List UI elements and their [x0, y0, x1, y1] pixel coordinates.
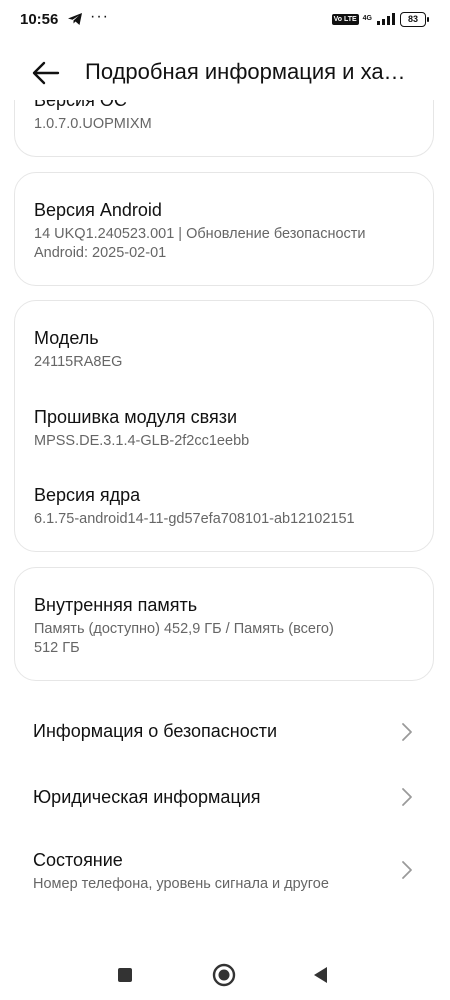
- storage-card: Внутренняя память Память (доступно) 452,…: [14, 567, 434, 681]
- kernel-label: Версия ядра: [34, 485, 141, 505]
- menu-item-label: Юридическая информация: [33, 787, 261, 807]
- back-arrow-icon[interactable]: [30, 58, 62, 88]
- menu-item-label: Состояние: [33, 850, 123, 870]
- android-version-line2: Android: 2025-02-01: [34, 245, 167, 261]
- device-info-card: Модель 24115RA8EG Прошивка модуля связи …: [14, 300, 434, 552]
- square-recents-icon[interactable]: [112, 962, 138, 988]
- baseband-value: MPSS.DE.3.1.4-GLB-2f2cc1eebb: [34, 433, 250, 449]
- triangle-back-icon[interactable]: [308, 962, 334, 988]
- chevron-right-icon: [402, 861, 412, 879]
- menu-item-legal-info[interactable]: Юридическая информация: [0, 767, 450, 827]
- menu-item-status[interactable]: Состояние Номер телефона, уровень сигнал…: [0, 836, 450, 906]
- system-nav-bar: [0, 950, 450, 1000]
- circle-home-icon[interactable]: [211, 962, 237, 988]
- page-title-text: Подробная информация и ха…: [85, 59, 406, 84]
- chevron-right-icon: [402, 723, 412, 741]
- signal-icon: [377, 13, 395, 25]
- volte-icon: Vo LTE: [331, 13, 359, 25]
- android-version-card: Версия Android 14 UKQ1.240523.001 | Обно…: [14, 172, 434, 286]
- menu-item-security-info[interactable]: Информация о безопасности: [0, 702, 450, 762]
- more-notifications-icon: ···: [90, 8, 109, 25]
- battery-icon: 83: [400, 11, 429, 27]
- model-label: Модель: [34, 328, 99, 348]
- model-value: 24115RA8EG: [34, 354, 123, 370]
- telegram-icon: [68, 13, 82, 25]
- baseband-label: Прошивка модуля связи: [34, 407, 238, 427]
- os-version-value: 1.0.7.0.UOPMIXM: [34, 116, 152, 132]
- menu-item-label: Информация о безопасности: [33, 721, 278, 741]
- network-type: 4G: [362, 15, 372, 22]
- menu-item-subtitle: Номер телефона, уровень сигнала и другое: [33, 876, 329, 892]
- storage-line2: 512 ГБ: [34, 640, 80, 656]
- storage-line1: Память (доступно) 452,9 ГБ / Память (все…: [34, 621, 334, 637]
- app-bar-overlay: Подробная информация и ха…: [0, 46, 450, 100]
- storage-label: Внутренняя память: [34, 595, 198, 615]
- status-bar: 10:56 ··· Vo LTE 4G 83: [0, 0, 450, 40]
- kernel-value: 6.1.75-android14-11-gd57efa708101-ab1210…: [34, 511, 355, 527]
- status-indicators: Vo LTE 4G 83: [331, 10, 429, 28]
- android-version-label: Версия Android: [34, 200, 162, 220]
- android-version-line1: 14 UKQ1.240523.001 | Обновление безопасн…: [34, 226, 366, 242]
- status-time: 10:56: [20, 11, 59, 28]
- chevron-right-icon: [402, 788, 412, 806]
